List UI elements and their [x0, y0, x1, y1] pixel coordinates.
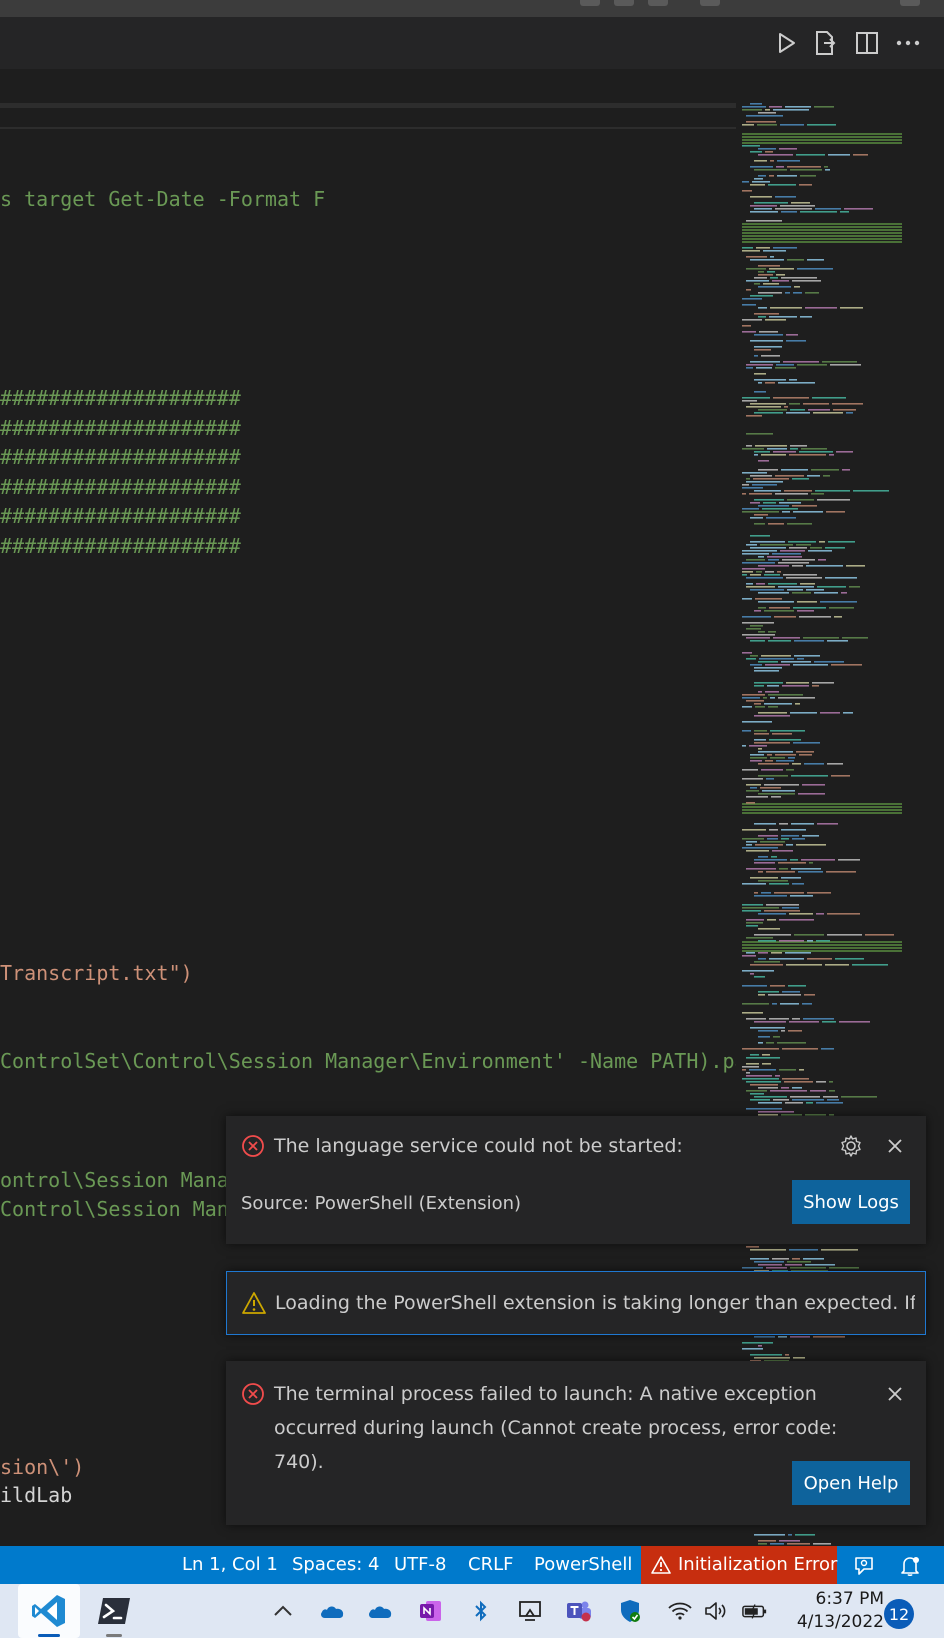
loading-notification[interactable]: Loading the PowerShell extension is taki… — [226, 1271, 926, 1335]
close-icon[interactable] — [882, 1381, 908, 1407]
warning-icon — [241, 1290, 267, 1316]
defender-icon[interactable] — [617, 1598, 643, 1624]
titlebar-control[interactable] — [648, 0, 668, 6]
encoding[interactable]: UTF-8 — [394, 1546, 446, 1584]
chevron-up-icon[interactable] — [270, 1598, 296, 1624]
notification-message: Loading the PowerShell extension is taki… — [275, 1292, 915, 1314]
run-icon[interactable] — [772, 29, 802, 57]
more-actions-icon[interactable] — [893, 29, 923, 57]
code-line: #################### — [0, 534, 241, 558]
code-line: #################### — [0, 504, 241, 528]
notification-source: Source: PowerShell (Extension) — [241, 1193, 522, 1214]
onenote-icon[interactable] — [418, 1598, 444, 1624]
display-icon[interactable] — [517, 1598, 543, 1624]
language-mode[interactable]: PowerShell — [534, 1546, 632, 1584]
code-line: ontrol\Session Mana — [0, 1168, 229, 1192]
language-service-notification: The language service could not be starte… — [226, 1116, 926, 1244]
battery-icon[interactable] — [742, 1598, 768, 1624]
initialization-error-status[interactable]: Initialization Error — [641, 1546, 837, 1584]
notification-message: The terminal process failed to launch: A… — [274, 1383, 838, 1473]
warning-icon — [651, 1555, 671, 1575]
split-editor-icon[interactable] — [852, 29, 882, 57]
titlebar-control[interactable] — [614, 0, 634, 6]
code-line: Transcript.txt") — [0, 961, 193, 985]
window-titlebar — [0, 0, 944, 17]
titlebar-control[interactable] — [700, 0, 720, 6]
error-icon — [240, 1133, 266, 1159]
taskbar-clock[interactable]: 6:37 PM 4/13/2022 — [797, 1588, 884, 1634]
clock-time: 6:37 PM — [815, 1589, 885, 1609]
code-line: #################### — [0, 386, 241, 410]
onedrive-icon[interactable] — [367, 1598, 393, 1624]
code-line: #################### — [0, 445, 241, 469]
notification-message: The language service could not be starte… — [274, 1135, 683, 1157]
sticky-scroll-divider — [0, 103, 736, 108]
code-line: sion\') — [0, 1455, 85, 1479]
breadcrumbs-bar — [0, 69, 944, 103]
titlebar-control[interactable] — [900, 0, 920, 6]
error-icon — [240, 1381, 266, 1407]
clock-date: 4/13/2022 — [796, 1612, 884, 1632]
running-indicator — [38, 1634, 60, 1637]
editor-actions-bar — [0, 17, 944, 69]
titlebar-control[interactable] — [580, 0, 600, 6]
onedrive-icon[interactable] — [319, 1598, 345, 1624]
running-indicator — [106, 1634, 122, 1637]
error-label: Initialization Error — [678, 1554, 838, 1575]
windows-taskbar: 6:37 PM 4/13/2022 — [0, 1584, 944, 1638]
code-line: ControlSet\Control\Session Manager\Envir… — [0, 1049, 736, 1073]
open-changes-icon[interactable] — [811, 29, 841, 57]
open-help-button[interactable]: Open Help — [792, 1461, 910, 1505]
code-line: ildLab — [0, 1483, 73, 1507]
powershell-icon[interactable] — [96, 1593, 132, 1629]
vscode-icon[interactable] — [28, 1590, 70, 1632]
show-logs-button[interactable]: Show Logs — [792, 1180, 910, 1224]
volume-icon[interactable] — [704, 1598, 730, 1624]
gear-icon[interactable] — [838, 1133, 864, 1159]
line-ending[interactable]: CRLF — [468, 1546, 513, 1584]
wifi-icon[interactable] — [667, 1598, 693, 1624]
terminal-error-notification: The terminal process failed to launch: A… — [226, 1361, 926, 1525]
indentation[interactable]: Spaces: 4 — [292, 1546, 379, 1584]
bluetooth-icon[interactable] — [468, 1598, 494, 1624]
notifications-bell-icon[interactable] — [898, 1554, 922, 1578]
close-icon[interactable] — [882, 1133, 908, 1159]
teams-icon[interactable] — [566, 1598, 592, 1624]
editor-divider — [0, 127, 736, 129]
cursor-position[interactable]: Ln 1, Col 1 — [182, 1546, 278, 1584]
code-line: #################### — [0, 475, 241, 499]
notification-center-badge[interactable]: 12 — [884, 1599, 914, 1629]
feedback-icon[interactable] — [852, 1554, 876, 1578]
code-line: #################### — [0, 416, 241, 440]
status-bar: Ln 1, Col 1 Spaces: 4 UTF-8 CRLF PowerSh… — [0, 1546, 944, 1584]
code-line: s target Get-Date -Format F — [0, 187, 326, 211]
